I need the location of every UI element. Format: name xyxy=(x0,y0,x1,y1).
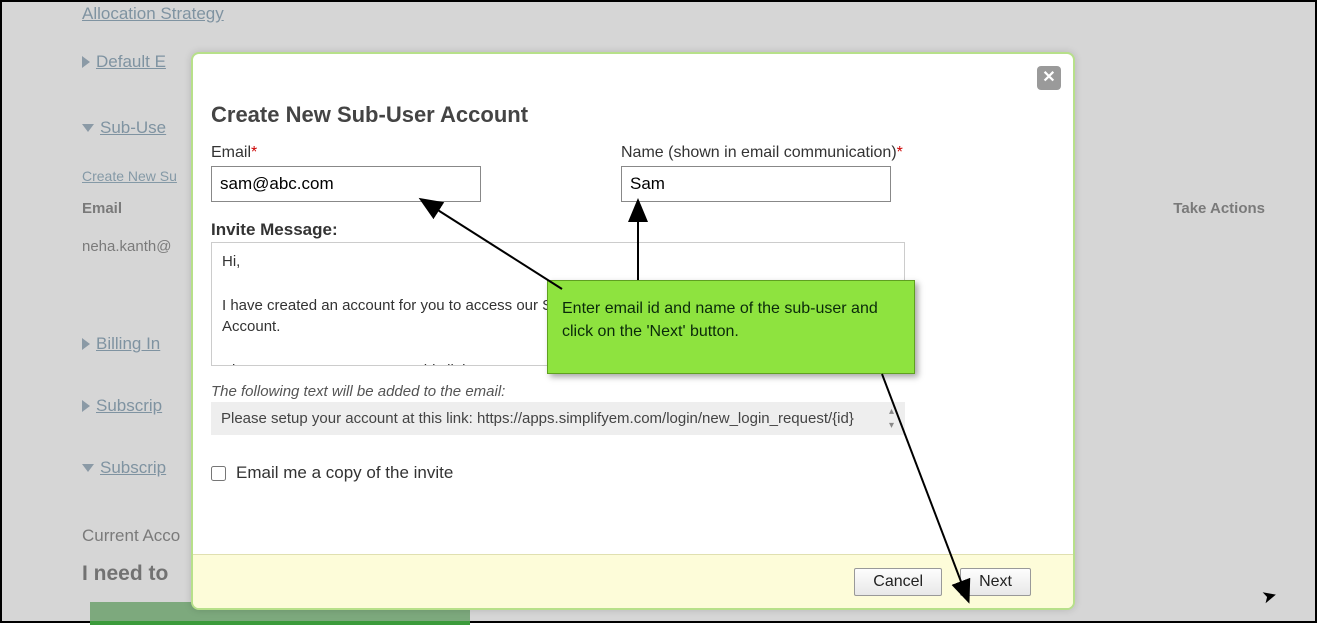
scroll-hint-icon: ▴▾ xyxy=(889,406,901,431)
cancel-button[interactable]: Cancel xyxy=(854,568,942,596)
email-copy-label: Email me a copy of the invite xyxy=(236,463,453,483)
modal-title: Create New Sub-User Account xyxy=(211,102,1055,128)
email-label: Email* xyxy=(211,144,481,162)
close-icon: ✕ xyxy=(1042,69,1055,86)
email-field[interactable] xyxy=(211,166,481,202)
instruction-callout: Enter email id and name of the sub-user … xyxy=(547,280,915,374)
name-field[interactable] xyxy=(621,166,891,202)
modal-footer: Cancel Next xyxy=(193,554,1073,608)
next-button[interactable]: Next xyxy=(960,568,1031,596)
email-copy-checkbox-row[interactable]: Email me a copy of the invite xyxy=(211,463,1055,483)
email-copy-checkbox[interactable] xyxy=(211,466,226,481)
invite-message-label: Invite Message: xyxy=(211,220,1055,240)
name-label: Name (shown in email communication)* xyxy=(621,144,903,162)
close-button[interactable]: ✕ xyxy=(1037,66,1061,90)
static-link-box: Please setup your account at this link: … xyxy=(211,402,905,435)
footnote-text: The following text will be added to the … xyxy=(211,383,1055,400)
